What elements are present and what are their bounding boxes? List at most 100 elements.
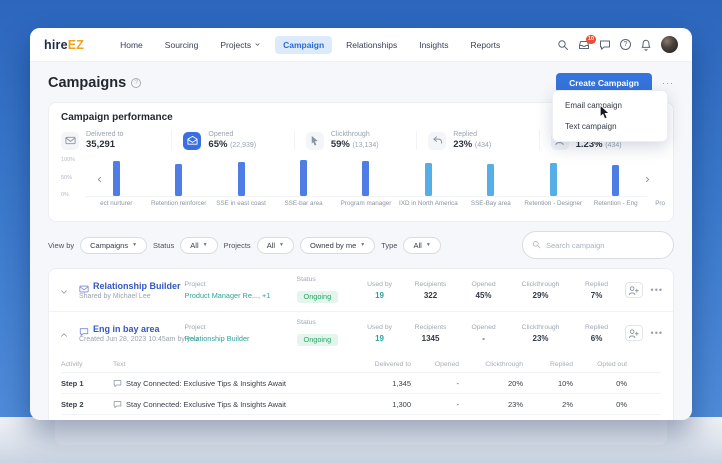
nav-item-projects[interactable]: Projects (212, 36, 269, 54)
campaign-name-link[interactable]: Eng in bay area (93, 324, 160, 334)
nav-items: Home Sourcing Projects Campaign Relationship… (112, 36, 508, 54)
chart-bar[interactable] (425, 163, 432, 196)
chart-bar[interactable] (238, 162, 245, 196)
nav-item-home[interactable]: Home (112, 36, 151, 54)
stat-text: Opened65% (22,939) (208, 131, 256, 150)
chart-next-icon[interactable] (641, 173, 653, 185)
chart-bar-column: Retention - Designer (522, 159, 584, 196)
campaign-name-link[interactable]: Relationship Builder (93, 281, 181, 291)
view-by-value: Campaigns (90, 241, 128, 250)
row-more-icon[interactable]: ••• (651, 328, 663, 338)
pointer-icon (306, 132, 324, 150)
title-help-icon[interactable]: ? (131, 78, 141, 88)
recipients-col-label: Recipients (407, 281, 455, 288)
reply-icon (428, 132, 446, 150)
search-icon[interactable] (557, 39, 569, 51)
notification-badge: 10 (586, 35, 596, 44)
row-more-icon[interactable]: ••• (651, 285, 663, 295)
add-person-icon[interactable] (625, 282, 643, 298)
opened-header: Opened (411, 361, 459, 368)
search-campaign-input[interactable] (546, 241, 664, 250)
project-value[interactable]: Relationship Builder (185, 334, 289, 343)
menu-item-email-campaign[interactable]: Email campaign (553, 95, 667, 116)
logo-ez: EZ (68, 38, 84, 52)
search-campaign-box (522, 231, 674, 259)
activity-text-value: Stay Connected: Exclusive Tips & Insight… (126, 400, 286, 409)
chevron-down-icon: ▼ (426, 242, 431, 248)
nav-item-reports[interactable]: Reports (463, 36, 509, 54)
delivered-value: 1,345 (349, 379, 411, 388)
nav-item-label: Sourcing (165, 40, 199, 50)
chart-bar[interactable] (550, 163, 557, 196)
chart-bar[interactable] (487, 164, 494, 196)
chart-bar[interactable] (362, 161, 369, 196)
stat-opened[interactable]: Opened65% (22,939) (171, 131, 293, 150)
opened-col-label: Opened (463, 281, 505, 288)
bell-icon[interactable] (640, 39, 652, 51)
status-select[interactable]: All▼ (180, 237, 217, 254)
hireez-logo[interactable]: hireEZ (44, 38, 84, 52)
chart-bar-column: SSE-bar area (272, 159, 334, 196)
nav-item-sourcing[interactable]: Sourcing (157, 36, 207, 54)
chart-bar[interactable] (175, 164, 182, 196)
type-label: Type (381, 241, 397, 250)
chevron-down-icon: ▼ (203, 242, 208, 248)
used-by-col-label: Used by (361, 281, 399, 288)
campaign-row-relationship-builder[interactable]: Relationship Builder Shared by Michael L… (49, 269, 673, 312)
chat-icon[interactable] (599, 39, 611, 51)
avatar[interactable] (661, 36, 678, 53)
clickthrough-header: Clickthrough (459, 361, 523, 368)
stat-delivered-to[interactable]: Delivered to35,291 (61, 131, 171, 150)
chart-bar[interactable] (300, 160, 307, 196)
nav-item-relationships[interactable]: Relationships (338, 36, 405, 54)
status-badge: Ongoing (297, 334, 339, 346)
status-col-label: Status (297, 276, 353, 283)
stat-clickthrough[interactable]: Clickthrough59% (13,134) (294, 131, 416, 150)
page-title: Campaigns ? (48, 75, 141, 91)
expand-chevron-down-icon[interactable] (59, 284, 71, 296)
nav-item-insights[interactable]: Insights (411, 36, 456, 54)
projects-label: Projects (224, 241, 251, 250)
view-by-select[interactable]: Campaigns▼ (80, 237, 147, 254)
chart-bar-label: ect nurturer (100, 200, 132, 207)
stat-value: 23% (434) (453, 139, 491, 150)
page-title-text: Campaigns (48, 75, 126, 91)
activity-step: Step 2 (61, 400, 113, 409)
projects-select[interactable]: All▼ (257, 237, 294, 254)
campaign-subtitle: Created Jun 28, 2023 10:45am by you (79, 336, 177, 343)
search-icon (532, 236, 541, 254)
chart-prev-icon[interactable] (93, 173, 105, 185)
menu-item-text-campaign[interactable]: Text campaign (553, 116, 667, 137)
opted-out-header: Opted out (573, 361, 627, 368)
nav-item-campaign[interactable]: Campaign (275, 36, 332, 54)
recipients-value: 1345 (407, 334, 455, 343)
stat-replied[interactable]: Replied23% (434) (416, 131, 538, 150)
chat-icon (79, 324, 89, 334)
clickthrough-col-label: Clickthrough (513, 324, 569, 331)
stat-value: 59% (13,134) (331, 139, 379, 150)
owned-by-select[interactable]: Owned by me▼ (300, 237, 375, 254)
project-value[interactable]: Product Manager Re..., +1 (185, 291, 289, 300)
activity-row: Step 1Stay Connected: Exclusive Tips & I… (61, 372, 661, 393)
activity-text-value: Stay Connected: Exclusive Tips & Insight… (126, 379, 286, 388)
status-label: Status (153, 241, 174, 250)
chart-bar[interactable] (612, 165, 619, 196)
inbox-icon[interactable]: 10 (578, 39, 590, 51)
replied-value: 10% (523, 379, 573, 388)
chart-bar[interactable] (113, 161, 120, 196)
campaign-row-eng-in-bay-area[interactable]: Eng in bay area Created Jun 28, 2023 10:… (49, 312, 673, 354)
status-col-label: Status (297, 319, 353, 326)
more-options-button[interactable]: ··· (662, 78, 674, 88)
collapse-chevron-up-icon[interactable] (59, 327, 71, 339)
stat-label: Clickthrough (331, 131, 379, 139)
stat-label: Replied (453, 131, 491, 139)
opted-out-value: 0% (573, 379, 627, 388)
stat-label: Delivered to (86, 131, 123, 139)
help-icon[interactable]: ? (620, 39, 631, 50)
add-person-icon[interactable] (625, 325, 643, 341)
stat-text: Delivered to35,291 (86, 131, 123, 150)
clickthrough-value: 20% (459, 379, 523, 388)
type-select[interactable]: All▼ (403, 237, 440, 254)
stat-label: Opened (208, 131, 256, 139)
replied-header: Replied (523, 361, 573, 368)
